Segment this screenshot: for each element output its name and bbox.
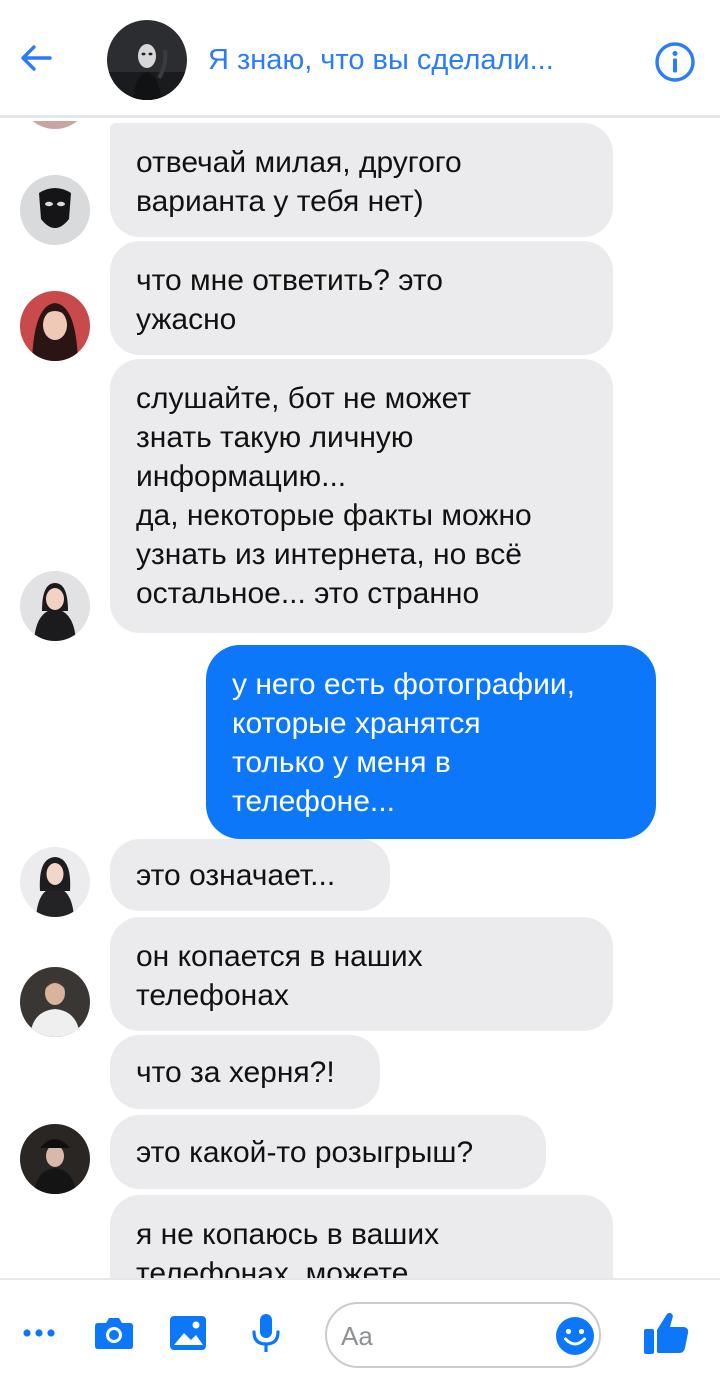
emoji-icon [556, 1317, 594, 1355]
message-line: слушайте, бот не может [136, 382, 472, 415]
message-line: информацию... [136, 460, 347, 493]
more-icon [23, 1329, 55, 1337]
microphone-icon [252, 1314, 280, 1352]
message-line: что за херня?! [136, 1056, 335, 1089]
girl-avatar-image [20, 291, 90, 361]
group-avatar[interactable] [107, 20, 187, 100]
back-button[interactable] [16, 38, 56, 78]
message-composer [0, 1278, 720, 1400]
girl-avatar-image [20, 847, 90, 917]
girl-avatar-image [20, 1124, 90, 1194]
avatar-girl-hat[interactable] [20, 1124, 90, 1194]
message-line: телефонах [136, 979, 289, 1012]
info-button[interactable] [653, 40, 697, 84]
message-bubble[interactable]: что за херня?! [110, 1035, 380, 1109]
message-line: телефоне... [232, 785, 395, 818]
guy-avatar-image [20, 967, 90, 1037]
message-line: узнать из интернета, но всё [136, 538, 522, 571]
like-button[interactable] [640, 1306, 694, 1360]
message-line: что мне ответить? это [136, 264, 443, 297]
avatar-guy[interactable] [20, 967, 90, 1037]
image-icon [170, 1316, 206, 1350]
message-bubble[interactable]: я не копаюсь в ваших телефонах, можете [110, 1195, 613, 1278]
message-bubble[interactable]: это какой-то розыгрыш? [110, 1115, 546, 1189]
message-line: знать такую личную [136, 421, 414, 454]
message-input[interactable] [341, 1316, 541, 1356]
avatar-partial [20, 121, 90, 129]
mask-avatar-image [20, 175, 90, 245]
conversation-header: Я знаю, что вы сделали... [0, 0, 720, 118]
message-line: отвечай милая, другого [136, 146, 462, 179]
voice-button[interactable] [241, 1308, 291, 1358]
message-line: он копается в наших [136, 940, 423, 973]
arrow-left-icon [21, 45, 52, 71]
gallery-button[interactable] [163, 1308, 213, 1358]
message-line: ужасно [136, 303, 237, 336]
message-bubble[interactable]: он копается в наших телефонах [110, 917, 613, 1031]
message-bubble[interactable]: это означает... [110, 839, 390, 911]
message-line: которые хранятся [232, 707, 481, 740]
emoji-button[interactable] [553, 1314, 597, 1358]
avatar-girl-dark-hair[interactable] [20, 847, 90, 917]
message-bubble[interactable]: слушайте, бот не может знать такую личну… [110, 359, 613, 633]
message-line: да, некоторые факты можно [136, 499, 532, 532]
mask-avatar-image [107, 20, 187, 100]
message-list[interactable]: отвечай милая, другого варианта у тебя н… [0, 121, 720, 1278]
message-bubble[interactable]: что мне ответить? это ужасно [110, 241, 613, 355]
girl-avatar-image [20, 571, 90, 641]
avatar-girl-black[interactable] [20, 571, 90, 641]
message-line: это означает... [136, 859, 336, 892]
camera-icon [95, 1318, 133, 1349]
message-input-box[interactable] [325, 1302, 601, 1368]
message-line: это какой-то розыгрыш? [136, 1136, 474, 1169]
message-bubble[interactable]: отвечай милая, другого варианта у тебя н… [110, 123, 613, 237]
more-button[interactable] [14, 1308, 64, 1358]
message-line: остальное... это странно [136, 577, 480, 610]
camera-button[interactable] [89, 1308, 139, 1358]
info-icon [655, 42, 695, 82]
message-line: у него есть фотографии, [232, 668, 575, 701]
avatar-mask[interactable] [20, 175, 90, 245]
conversation-title[interactable]: Я знаю, что вы сделали... [208, 44, 618, 77]
message-line: я не копаюсь в ваших [136, 1218, 440, 1251]
avatar-girl-red[interactable] [20, 291, 90, 361]
outgoing-message-bubble[interactable]: у него есть фотографии, которые хранятся… [206, 645, 656, 839]
thumbs-up-icon [644, 1312, 689, 1354]
message-line: варианта у тебя нет) [136, 185, 424, 218]
message-line: только у меня в [232, 746, 451, 779]
message-line: телефонах, можете [136, 1257, 409, 1278]
